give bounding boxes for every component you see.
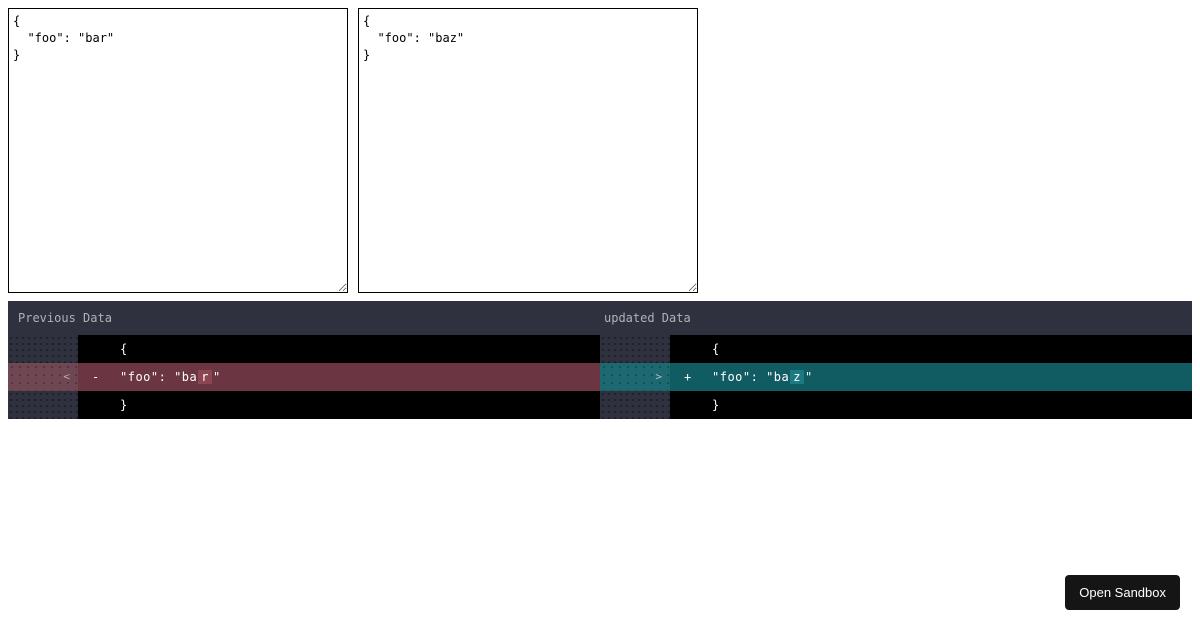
diff-header-updated: updated Data — [600, 311, 1182, 325]
open-sandbox-button[interactable]: Open Sandbox — [1065, 575, 1180, 610]
diff-line-added: "foo": "baz" — [712, 363, 813, 391]
diff-gutter — [600, 391, 670, 419]
diff-gutter-removed: < — [8, 363, 78, 391]
diff-line: { — [712, 335, 720, 363]
diff-gutter — [8, 335, 78, 363]
updated-data-textarea[interactable] — [358, 8, 698, 293]
diff-gutter-added: > — [600, 363, 670, 391]
diff-line: } — [120, 391, 128, 419]
diff-line: { — [120, 335, 128, 363]
diff-plus-sign: + — [684, 363, 694, 391]
diff-line: } — [712, 391, 720, 419]
diff-line-removed: "foo": "bar" — [120, 363, 221, 391]
diff-header-previous: Previous Data — [18, 311, 600, 325]
diff-gutter — [600, 335, 670, 363]
diff-viewer: Previous Data updated Data { { — [8, 301, 1192, 419]
diff-minus-sign: - — [92, 363, 102, 391]
previous-data-textarea[interactable] — [8, 8, 348, 293]
diff-gutter — [8, 391, 78, 419]
